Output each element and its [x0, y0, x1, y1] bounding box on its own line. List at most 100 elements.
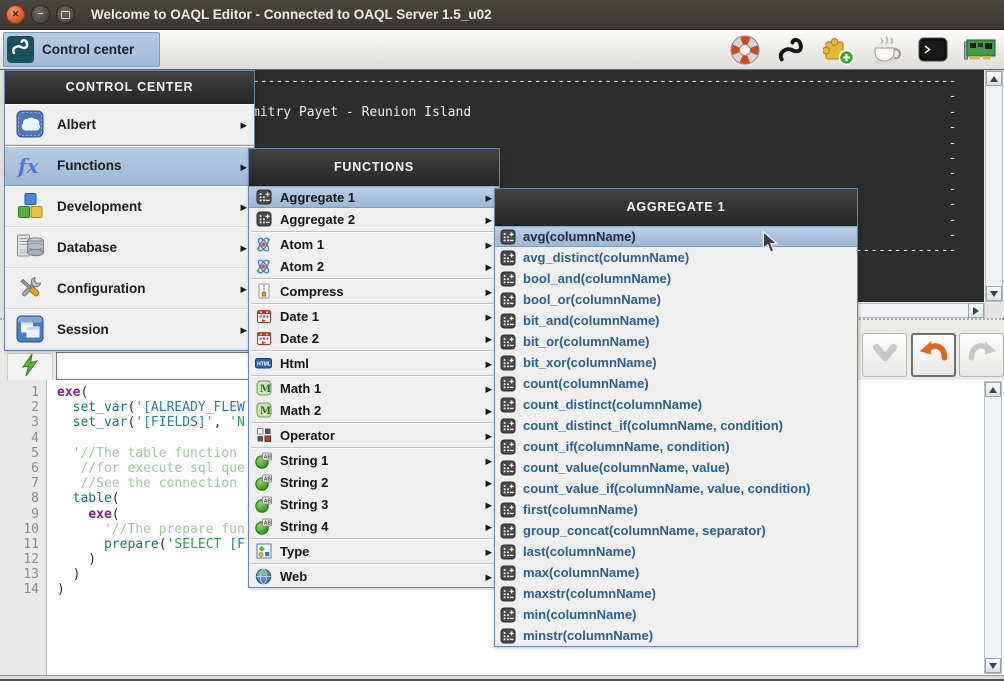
menu-item[interactable]: count_value_if(columnName, value, condit… — [495, 478, 857, 499]
menu-item[interactable]: fx Functions — [5, 145, 254, 186]
aggregate-icon — [500, 628, 516, 644]
submenu-arrow-icon — [485, 188, 492, 206]
aggregate-icon — [500, 439, 516, 455]
submenu-arrow-icon — [485, 210, 492, 228]
collapse-button[interactable] — [862, 333, 907, 377]
undo-button[interactable] — [911, 333, 956, 377]
menu-item[interactable]: Type — [249, 540, 499, 562]
menu-item[interactable]: Albert — [5, 104, 254, 145]
scroll-right-button[interactable] — [968, 303, 984, 318]
menu-item[interactable]: count_if(columnName, condition) — [495, 436, 857, 457]
editor-command-input[interactable] — [56, 352, 264, 380]
svg-text:AB: AB — [264, 454, 272, 460]
menu-item-label: min(columnName) — [523, 607, 636, 622]
menu-item-label: Web — [280, 569, 307, 584]
menu-item-label: minstr(columnName) — [523, 628, 653, 643]
editor-vertical-scrollbar[interactable] — [984, 381, 1002, 674]
date-icon — [255, 330, 272, 347]
menu-item-label: Math 1 — [280, 381, 321, 396]
svg-text:HTML: HTML — [257, 362, 271, 368]
menu-item[interactable]: maxstr(columnName) — [495, 583, 857, 604]
menu-item[interactable]: bit_xor(columnName) — [495, 352, 857, 373]
menu-item[interactable]: M Math 1 — [249, 377, 499, 399]
aggregate-icon — [500, 334, 516, 350]
run-button[interactable] — [7, 353, 53, 382]
scroll-up-button[interactable] — [985, 382, 1001, 397]
menu-item[interactable]: bool_and(columnName) — [495, 268, 857, 289]
toolbar-icon-button[interactable] — [774, 33, 810, 67]
menu-item[interactable]: AB String 2 — [249, 471, 499, 493]
functions-menu: FUNCTIONS Aggregate 1 Aggregate 2 Atom 1… — [248, 148, 500, 588]
toolbar-icon-button[interactable] — [821, 33, 857, 67]
menu-item-label: bool_and(columnName) — [523, 271, 671, 286]
menu-item[interactable]: Web — [249, 565, 499, 587]
session-icon — [15, 314, 45, 344]
scroll-up-button[interactable] — [986, 71, 1002, 86]
aggregate-icon — [500, 481, 516, 497]
minimize-button[interactable] — [31, 5, 50, 24]
toolbar-icon-button[interactable] — [868, 33, 904, 67]
menu-item[interactable]: Operator — [249, 424, 499, 446]
line-number: 2 — [0, 400, 48, 415]
code-text: exe( — [48, 385, 88, 400]
scroll-down-button[interactable] — [985, 658, 1001, 673]
menu-item[interactable]: last(columnName) — [495, 541, 857, 562]
menu-item[interactable]: Atom 2 — [249, 255, 499, 277]
menu-item[interactable]: bit_and(columnName) — [495, 310, 857, 331]
menu-item[interactable]: bit_or(columnName) — [495, 331, 857, 352]
menu-item[interactable]: Database — [5, 227, 254, 268]
menu-item[interactable]: max(columnName) — [495, 562, 857, 583]
menu-item[interactable]: avg(columnName) — [495, 226, 857, 247]
code-text: prepare('SELECT [F — [48, 537, 245, 552]
menu-item-label: Database — [57, 240, 117, 255]
menu-item[interactable]: count_distinct_if(columnName, condition) — [495, 415, 857, 436]
toolbar-icon-button[interactable] — [962, 33, 998, 67]
menu-item-label: Operator — [280, 428, 335, 443]
menu-item[interactable]: Aggregate 1 — [249, 186, 499, 208]
menu-item[interactable]: count_distinct(columnName) — [495, 394, 857, 415]
menu-item-label: bit_or(columnName) — [523, 334, 649, 349]
control-center-menu: CONTROL CENTER Albert fx Functions Devel… — [4, 70, 255, 351]
menu-item[interactable]: Session — [5, 309, 254, 350]
menu-item[interactable]: first(columnName) — [495, 499, 857, 520]
menu-item[interactable]: HTML Html — [249, 352, 499, 374]
menu-item[interactable]: Configuration — [5, 268, 254, 309]
redo-button[interactable] — [959, 333, 1004, 377]
close-button[interactable] — [6, 5, 25, 24]
line-number: 9 — [0, 507, 48, 522]
menu-item-label: Development — [57, 199, 142, 214]
maximize-button[interactable] — [56, 5, 75, 24]
toolbar-icon-button[interactable] — [727, 33, 763, 67]
menu-item[interactable]: AB String 1 — [249, 449, 499, 471]
menu-item[interactable]: AB String 3 — [249, 493, 499, 515]
menu-item[interactable]: Date 1 — [249, 305, 499, 327]
menu-item[interactable]: count(columnName) — [495, 373, 857, 394]
toolbar-icon-button[interactable] — [915, 33, 951, 67]
menu-item[interactable]: Date 2 — [249, 327, 499, 349]
aggregate-icon — [500, 376, 516, 392]
menu-item[interactable]: Development — [5, 186, 254, 227]
line-number: 3 — [0, 415, 48, 430]
menu-item-label: Compress — [280, 284, 344, 299]
code-text: table( — [48, 491, 120, 506]
menu-item[interactable]: AB String 4 — [249, 515, 499, 537]
menu-item[interactable]: M Math 2 — [249, 399, 499, 421]
string-icon: AB — [255, 518, 272, 535]
control-center-button[interactable]: Control center — [3, 32, 160, 67]
menu-item[interactable]: minstr(columnName) — [495, 625, 857, 646]
menu-item-label: count(columnName) — [523, 376, 649, 391]
menu-item[interactable]: Atom 1 — [249, 233, 499, 255]
scroll-down-button[interactable] — [986, 286, 1002, 301]
menu-item[interactable]: bool_or(columnName) — [495, 289, 857, 310]
menu-item[interactable]: group_concat(columnName, separator) — [495, 520, 857, 541]
line-number: 5 — [0, 446, 48, 461]
menu-item[interactable]: avg_distinct(columnName) — [495, 247, 857, 268]
menu-item[interactable]: Aggregate 2 — [249, 208, 499, 230]
menu-item[interactable]: min(columnName) — [495, 604, 857, 625]
console-vertical-scrollbar[interactable] — [985, 70, 1003, 302]
string-icon: AB — [255, 452, 272, 469]
menu-item[interactable]: Compress — [249, 280, 499, 302]
menu-item[interactable]: count_value(columnName, value) — [495, 457, 857, 478]
menu-item-label: Date 1 — [280, 309, 319, 324]
line-number: 13 — [0, 567, 48, 582]
